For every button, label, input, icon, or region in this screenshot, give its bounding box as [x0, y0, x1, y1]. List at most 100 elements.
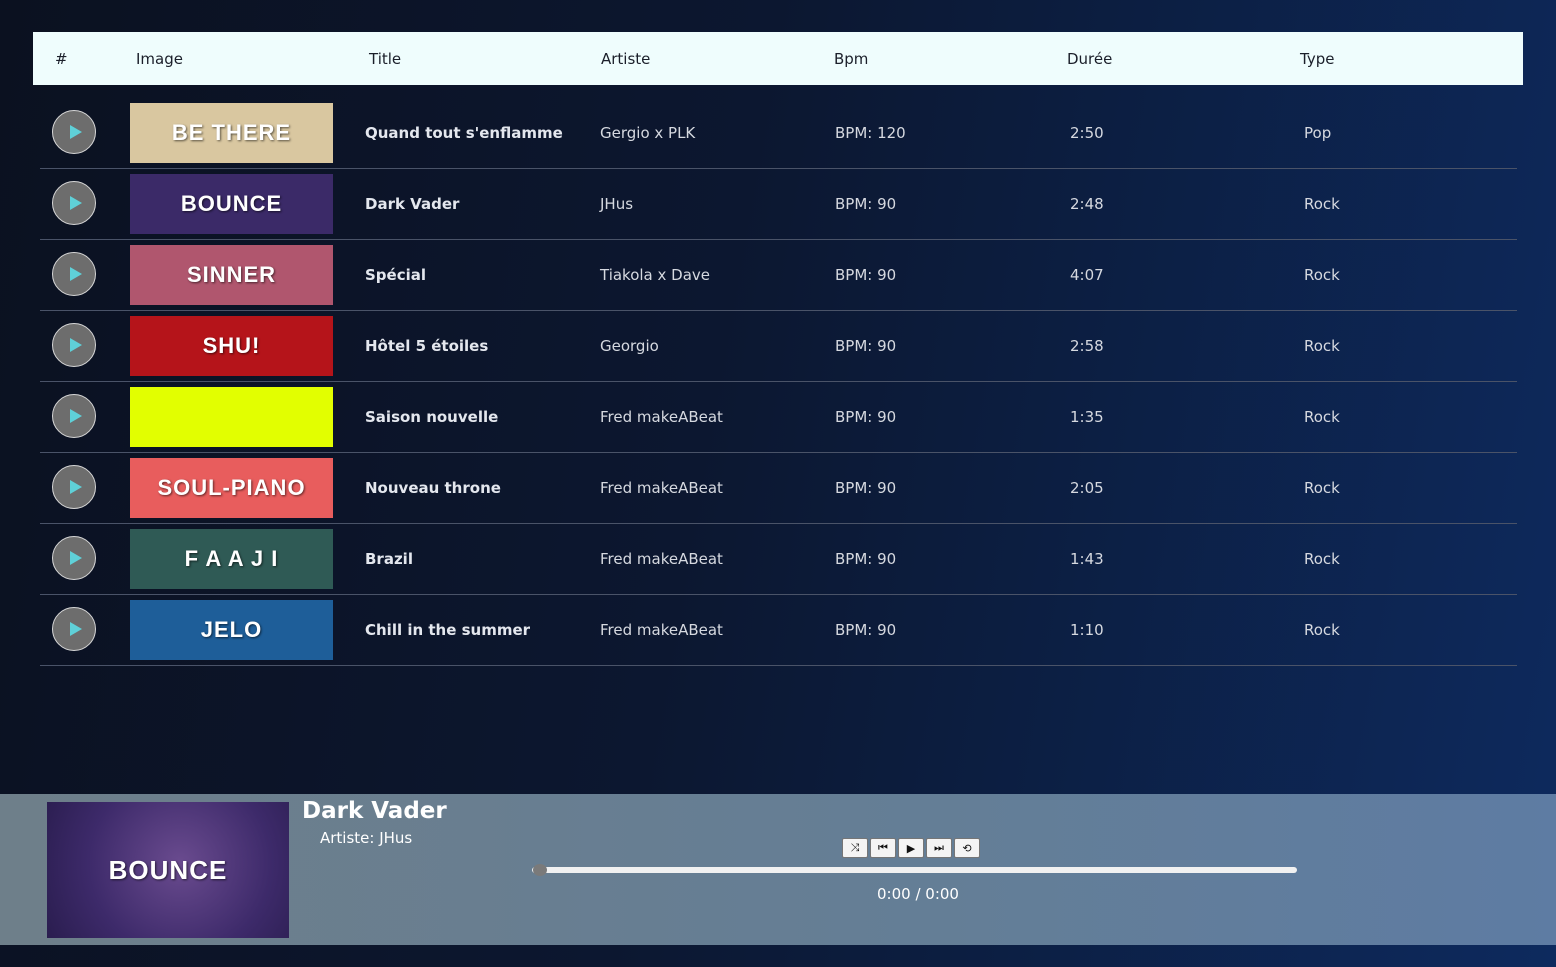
shuffle-icon: ⤨ [850, 841, 860, 854]
play-icon [69, 622, 82, 636]
track-title: Saison nouvelle [365, 408, 499, 426]
track-type: Rock [1304, 266, 1340, 284]
header-title: Title [369, 50, 402, 68]
time-display: 0:00 / 0:00 [877, 885, 959, 903]
track-cover-text: F A A J I [184, 546, 279, 571]
table-row[interactable]: BOUNCE Dark Vader JHus BPM: 90 2:48 Rock [40, 169, 1517, 240]
table-row[interactable]: Saison nouvelle Fred makeABeat BPM: 90 1… [40, 382, 1517, 453]
row-play-button[interactable] [52, 465, 96, 509]
row-play-button[interactable] [52, 536, 96, 580]
track-bpm: BPM: 90 [835, 621, 897, 639]
skip-next-icon: ⏭ [934, 841, 944, 854]
progress-thumb[interactable] [533, 864, 547, 876]
track-cover[interactable]: JELO [130, 600, 333, 660]
track-duration: 1:10 [1070, 621, 1104, 639]
header-duration: Durée [1067, 50, 1113, 68]
track-cover[interactable]: SHU! [130, 316, 333, 376]
track-cover-text: SHU! [202, 333, 261, 358]
track-cover[interactable]: BE THERE [130, 103, 333, 163]
track-type: Rock [1304, 479, 1340, 497]
table-row[interactable]: SOUL-PIANO Nouveau throne Fred makeABeat… [40, 453, 1517, 524]
now-playing-artist: Artiste: JHus [320, 829, 413, 847]
header-image: Image [136, 50, 183, 68]
table-header: # Image Title Artiste Bpm Durée Type [33, 32, 1523, 85]
track-cover-text: JELO [200, 617, 263, 642]
now-playing-title: Dark Vader [302, 798, 447, 824]
row-play-button[interactable] [52, 323, 96, 367]
track-cover[interactable]: SOUL-PIANO [130, 458, 333, 518]
track-artist: Tiakola x Dave [600, 266, 711, 284]
table-row[interactable]: F A A J I Brazil Fred makeABeat BPM: 90 … [40, 524, 1517, 595]
track-duration: 1:35 [1070, 408, 1104, 426]
now-playing-cover-text: BOUNCE [108, 854, 228, 885]
track-title: Nouveau throne [365, 479, 501, 497]
track-duration: 2:05 [1070, 479, 1104, 497]
track-duration: 4:07 [1070, 266, 1104, 284]
track-bpm: BPM: 90 [835, 337, 897, 355]
track-title: Chill in the summer [365, 621, 531, 639]
row-play-button[interactable] [52, 181, 96, 225]
track-artist: Fred makeABeat [600, 479, 723, 497]
play-icon [69, 338, 82, 352]
track-duration: 2:50 [1070, 124, 1104, 142]
track-title: Spécial [365, 266, 427, 284]
header-number: # [55, 50, 68, 68]
play-button[interactable]: ▶ [898, 838, 924, 858]
header-artist: Artiste [601, 50, 651, 68]
track-cover-text: BOUNCE [180, 191, 283, 216]
progress-bar[interactable] [532, 867, 1297, 873]
track-artist: Fred makeABeat [600, 621, 723, 639]
row-play-button[interactable] [52, 110, 96, 154]
table-row[interactable]: SINNER Spécial Tiakola x Dave BPM: 90 4:… [40, 240, 1517, 311]
row-play-button[interactable] [52, 607, 96, 651]
track-bpm: BPM: 90 [835, 479, 897, 497]
track-duration: 2:58 [1070, 337, 1104, 355]
track-cover[interactable]: BOUNCE [130, 174, 333, 234]
track-artist: Georgio [600, 337, 659, 355]
track-title: Dark Vader [365, 195, 460, 213]
table-row[interactable]: BE THERE Quand tout s'enflamme Gergio x … [40, 98, 1517, 169]
play-icon [69, 267, 82, 281]
track-title: Hôtel 5 étoiles [365, 337, 489, 355]
track-type: Rock [1304, 195, 1340, 213]
play-icon [69, 551, 82, 565]
track-bpm: BPM: 90 [835, 195, 897, 213]
track-type: Pop [1304, 124, 1332, 142]
track-cover-text: SOUL-PIANO [157, 475, 306, 500]
track-cover[interactable]: F A A J I [130, 529, 333, 589]
play-icon [69, 480, 82, 494]
play-icon [69, 409, 82, 423]
previous-button[interactable]: ⏮ [870, 838, 896, 858]
skip-previous-icon: ⏮ [878, 841, 888, 854]
track-list: BE THERE Quand tout s'enflamme Gergio x … [40, 98, 1517, 666]
row-play-button[interactable] [52, 252, 96, 296]
track-cover-text: SINNER [186, 262, 277, 287]
track-type: Rock [1304, 550, 1340, 568]
track-artist: Gergio x PLK [600, 124, 696, 142]
repeat-button[interactable]: ⟲ [954, 838, 980, 858]
row-play-button[interactable] [52, 394, 96, 438]
track-artist: Fred makeABeat [600, 550, 723, 568]
track-bpm: BPM: 120 [835, 124, 906, 142]
track-bpm: BPM: 90 [835, 266, 897, 284]
play-icon [69, 125, 82, 139]
table-row[interactable]: SHU! Hôtel 5 étoiles Georgio BPM: 90 2:5… [40, 311, 1517, 382]
play-icon [69, 196, 82, 210]
next-button[interactable]: ⏭ [926, 838, 952, 858]
track-type: Rock [1304, 621, 1340, 639]
track-cover-text: BE THERE [171, 120, 292, 145]
table-row[interactable]: JELO Chill in the summer Fred makeABeat … [40, 595, 1517, 666]
track-type: Rock [1304, 337, 1340, 355]
track-type: Rock [1304, 408, 1340, 426]
shuffle-button[interactable]: ⤨ [842, 838, 868, 858]
header-type: Type [1300, 50, 1335, 68]
track-artist: Fred makeABeat [600, 408, 723, 426]
track-duration: 2:48 [1070, 195, 1104, 213]
track-duration: 1:43 [1070, 550, 1104, 568]
track-cover[interactable]: SINNER [130, 245, 333, 305]
track-cover[interactable] [130, 387, 333, 447]
header-bpm: Bpm [834, 50, 869, 68]
play-icon: ▶ [906, 841, 916, 855]
track-bpm: BPM: 90 [835, 550, 897, 568]
audio-player: BOUNCE Dark Vader Artiste: JHus ⤨ ⏮ ▶ ⏭ ⟲ 0:… [0, 794, 1556, 945]
